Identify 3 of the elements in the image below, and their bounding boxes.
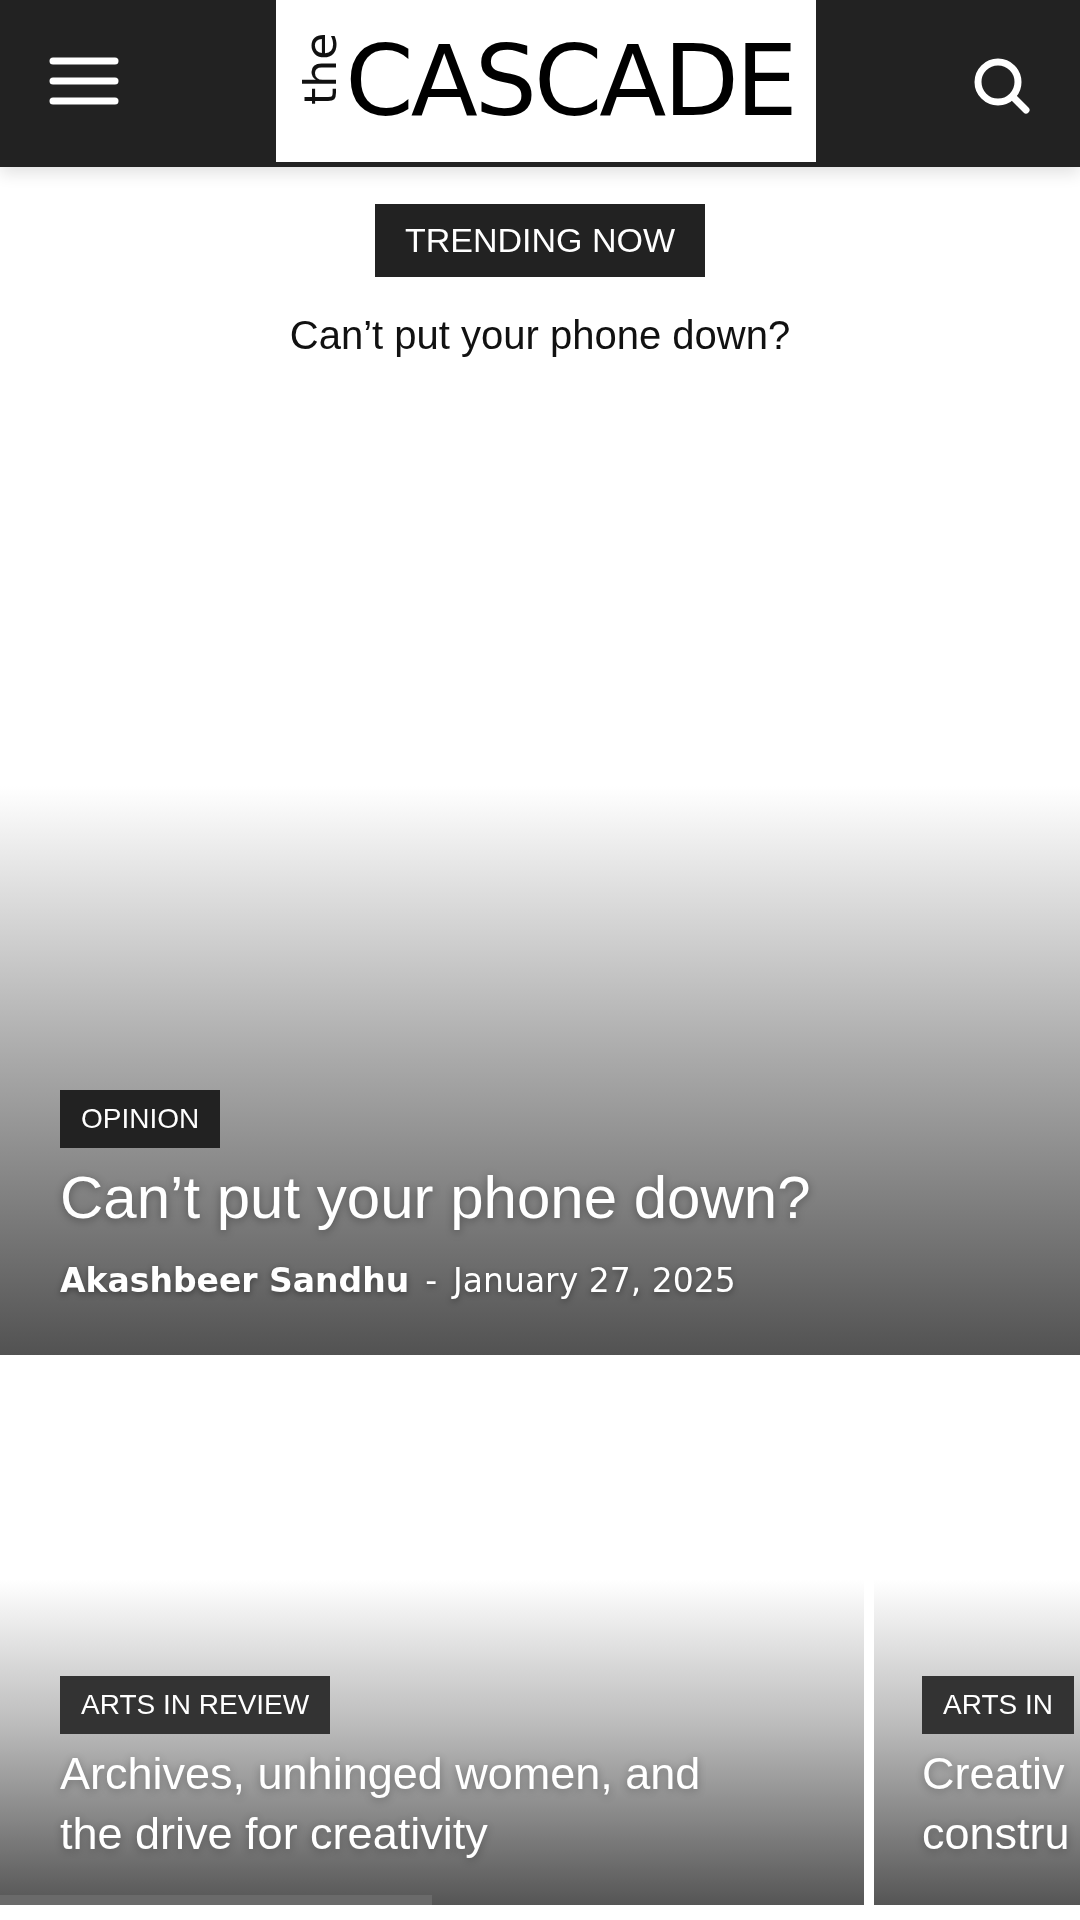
article-date: January 27, 2025 bbox=[453, 1259, 736, 1302]
separator: - bbox=[425, 1259, 438, 1302]
trending-label: TRENDING NOW bbox=[374, 204, 706, 277]
